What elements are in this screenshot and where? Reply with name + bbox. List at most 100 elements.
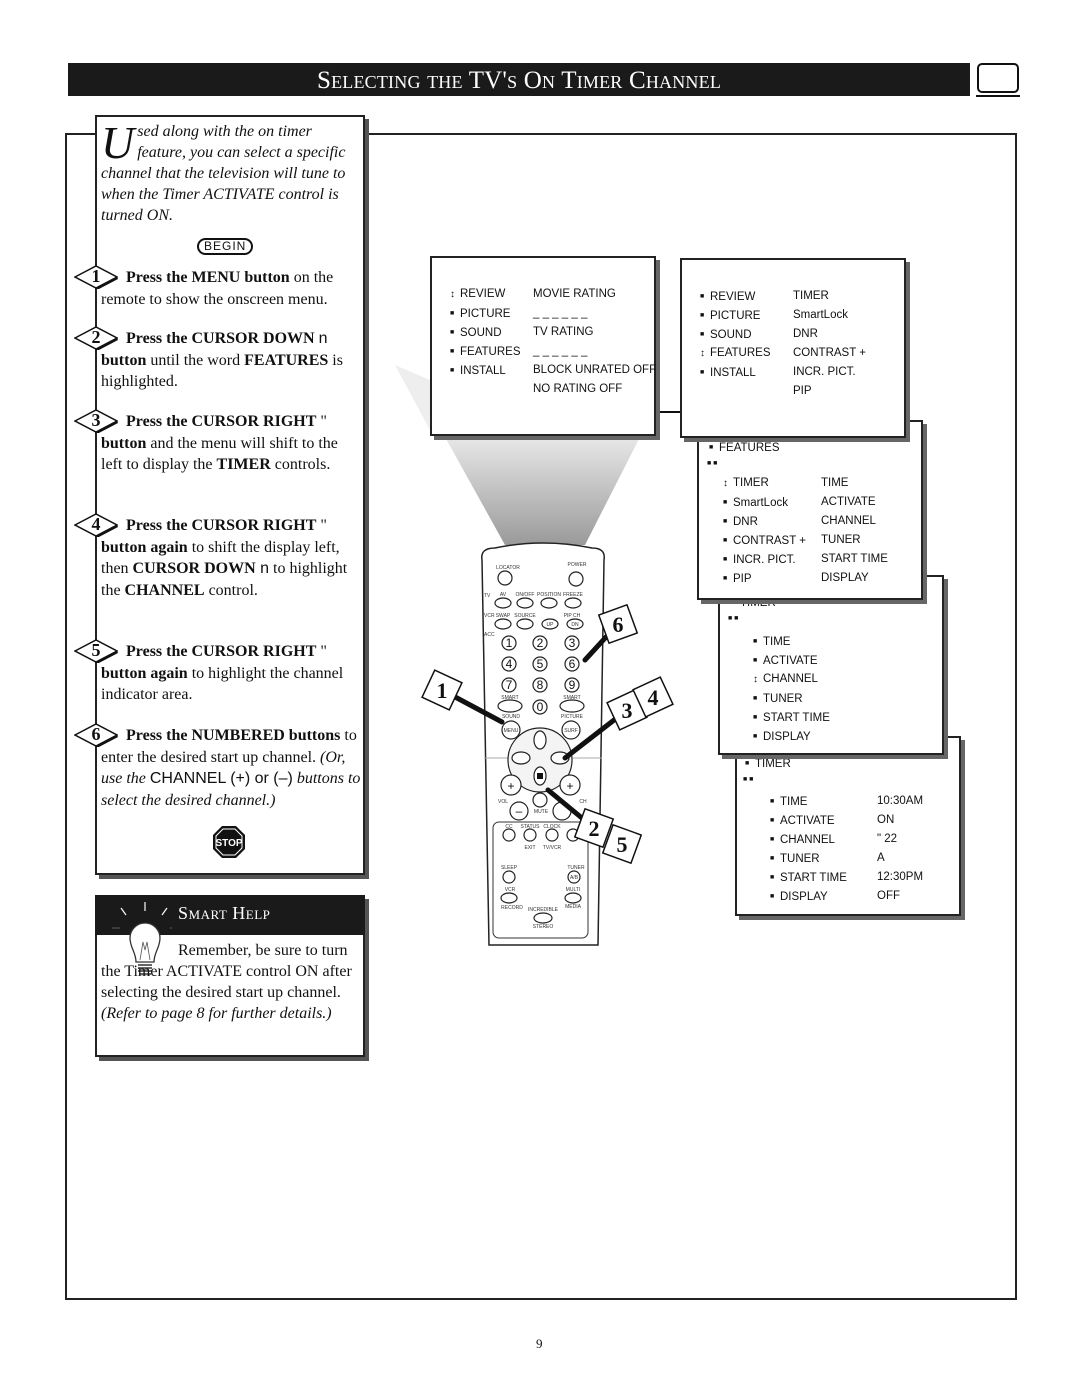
menu-item-value: DNR — [793, 325, 818, 344]
menu-item-label: CHANNEL — [780, 834, 835, 846]
stop-icon: STOP — [212, 825, 246, 864]
menu-item-value: ON — [877, 811, 894, 830]
menu-item-label: SOUND — [460, 327, 502, 339]
step-number: 1 — [91, 266, 101, 286]
menu-item-label: ACTIVATE — [763, 655, 818, 667]
help-text-segment: Remember, be sure to turn the Timer ACTI… — [101, 942, 352, 1001]
onscreen-menu-3: ■ FEATURES ■ ■ ↕ TIMER TIME ■ SmartLock ACTIVATE… — [697, 420, 923, 600]
intro-text: sed along with the on timer feature, you… — [101, 123, 346, 224]
page-number: 9 — [536, 1336, 543, 1351]
menu-item[interactable]: ↕ TIMER — [723, 474, 769, 493]
menu-item-value: START TIME — [821, 550, 888, 569]
menu-item[interactable]: ■ DISPLAY — [770, 887, 828, 906]
menu-item[interactable]: ↕ CHANNEL — [753, 670, 818, 689]
bullet-icon: ■ — [723, 518, 728, 525]
menu-item[interactable]: ■ PICTURE — [450, 304, 510, 323]
stop-label: STOP — [215, 838, 242, 849]
step-text: Press the CURSOR RIGHT — [126, 517, 317, 534]
menu-item-value: CHANNEL — [821, 512, 876, 531]
step-text: CURSOR DOWN — [132, 560, 256, 577]
bullet-icon: ■ — [450, 367, 455, 374]
bullet-icon: ■ — [450, 348, 455, 355]
menu-item[interactable]: ↕ REVIEW — [450, 285, 505, 304]
menu-value-text: ON — [877, 814, 895, 826]
menu-value-text: BLOCK UNRATED OFF — [533, 364, 657, 376]
step-1: 1 Press the MENU button on the remote to … — [74, 265, 361, 310]
menu-item-label: SOUND — [710, 329, 752, 341]
step-text: button — [101, 434, 147, 452]
bullet-icon: ■ — [700, 369, 705, 376]
menu-item-value: 12:30PM — [877, 868, 923, 887]
menu-item-value: TV RATING — [533, 323, 593, 342]
menu-value-text: A — [877, 852, 885, 864]
menu-item[interactable]: ■ ACTIVATE — [770, 811, 835, 830]
menu-item[interactable]: ■ TUNER — [753, 689, 803, 708]
step-number: 6 — [91, 724, 101, 744]
menu-item[interactable]: ■ PIP — [723, 569, 752, 588]
selection-arrow-icon: ↕ — [753, 674, 758, 685]
menu-item-label: PIP — [733, 573, 752, 585]
step-text: n — [255, 560, 270, 577]
menu-value-text: START TIME — [821, 553, 888, 565]
menu-item[interactable]: ■ CHANNEL — [770, 830, 835, 849]
menu-item-label: REVIEW — [460, 288, 506, 300]
page-title: Selecting the TV's On Timer Channel — [68, 63, 970, 96]
menu-value-text: DNR — [793, 328, 818, 340]
step-number-diamond-icon: 2 — [74, 326, 118, 350]
step-text: Press the CURSOR RIGHT — [126, 643, 317, 660]
menu-item[interactable]: ■ SOUND — [450, 323, 502, 342]
menu-item[interactable]: ■ START TIME — [753, 708, 830, 727]
menu-item[interactable]: ■ SmartLock — [723, 493, 788, 512]
menu-item-label: DISPLAY — [763, 731, 811, 743]
menu-item[interactable]: ■ DISPLAY — [753, 727, 811, 746]
menu-item[interactable]: ■ FEATURES — [450, 342, 521, 361]
menu-item-value: INCR. PICT. — [793, 363, 856, 382]
menu-item-value: SmartLock — [793, 306, 848, 325]
menu-item[interactable]: ■ REVIEW — [700, 287, 755, 306]
menu-item[interactable]: ■ TIME — [753, 632, 790, 651]
menu-item-value: _ _ _ _ _ _ — [533, 304, 587, 323]
step-3: 3 Press the CURSOR RIGHT " button and the… — [74, 409, 361, 476]
bullet-icon: ■ — [753, 657, 758, 664]
menu-item-value: TUNER — [821, 531, 861, 550]
step-text: TIMER — [216, 456, 271, 473]
menu-value-text: OFF — [877, 890, 900, 902]
step-number-diamond-icon: 4 — [74, 513, 118, 537]
bullet-icon: ■ — [723, 499, 728, 506]
menu-item-value: TIME — [821, 474, 848, 493]
help-text-segment: (Refer to page 8 for further details.) — [101, 1005, 332, 1022]
menu-item-label: CONTRAST + — [733, 535, 806, 547]
menu-item[interactable]: ↕ FEATURES — [700, 344, 771, 363]
selection-arrow-icon: ↕ — [723, 478, 728, 489]
bullet-icon: ■ — [450, 310, 455, 317]
menu-item[interactable]: ■ TIME — [770, 792, 807, 811]
menu-item[interactable]: ■ DNR — [723, 512, 758, 531]
menu-item[interactable]: ■ CONTRAST + — [723, 531, 806, 550]
menu-item-value: MOVIE RATING — [533, 285, 616, 304]
bullet-icon: ■ — [770, 817, 775, 824]
bullet-icon: ■ — [723, 537, 728, 544]
menu-item-value: A — [877, 849, 885, 868]
bullet-icon: ■ — [770, 893, 775, 900]
menu-item[interactable]: ■ TUNER — [770, 849, 820, 868]
menu-value-text: _ _ _ _ _ _ — [533, 307, 588, 319]
step-number: 2 — [91, 327, 101, 347]
onscreen-menu-2: ■ REVIEW TIMER ■ PICTURE SmartLock ■ SOUND DNR ↕ F… — [680, 258, 906, 438]
menu-indicator: ■ ■ — [728, 615, 739, 622]
menu-item[interactable]: ■ INSTALL — [450, 361, 506, 380]
bullet-icon: ■ — [770, 798, 775, 805]
menu-item[interactable]: ■ SOUND — [700, 325, 752, 344]
menu-item[interactable]: ■ INSTALL — [700, 363, 756, 382]
menu-item[interactable]: ■ ACTIVATE — [753, 651, 818, 670]
menu-item-label: DISPLAY — [780, 891, 828, 903]
menu-item[interactable]: ■ INCR. PICT. — [723, 550, 796, 569]
menu-item-value: " 22 — [877, 830, 897, 849]
menu-item-label: INSTALL — [460, 365, 506, 377]
menu-item[interactable]: ■ PICTURE — [700, 306, 760, 325]
smart-help-text: Remember, be sure to turn the Timer ACTI… — [101, 940, 363, 1024]
step-number: 4 — [91, 514, 101, 534]
menu-item[interactable]: ■ START TIME — [770, 868, 847, 887]
bullet-icon: ■ — [753, 714, 758, 721]
step-6: 6 Press the NUMBERED buttons to enter the… — [74, 723, 361, 811]
step-text: Press the CURSOR DOWN — [126, 330, 319, 347]
